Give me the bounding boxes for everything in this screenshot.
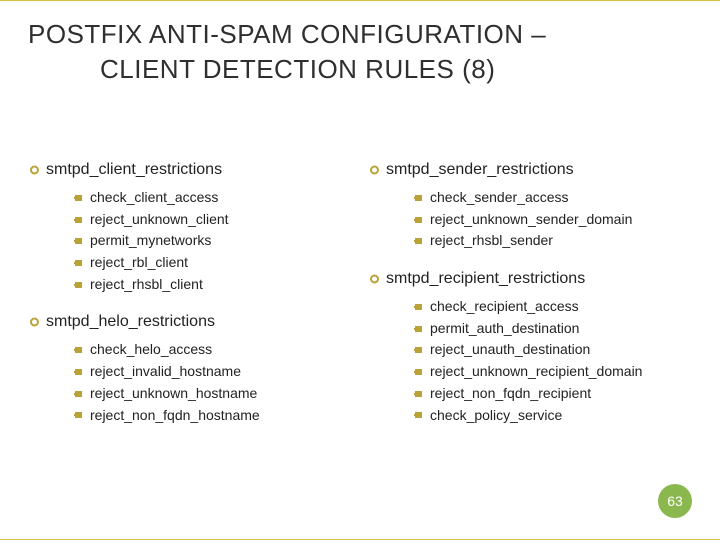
list-item: reject_rhsbl_sender xyxy=(412,230,690,252)
item-list: check_client_access reject_unknown_clien… xyxy=(30,187,350,295)
slide: POSTFIX ANTI-SPAM CONFIGURATION – CLIENT… xyxy=(0,0,720,540)
section-heading-label: smtpd_sender_restrictions xyxy=(386,161,574,178)
title-line-1: POSTFIX ANTI-SPAM CONFIGURATION – xyxy=(28,19,546,49)
list-item: reject_non_fqdn_recipient xyxy=(412,383,690,405)
section-heading: smtpd_client_restrictions xyxy=(30,161,350,179)
page-number: 63 xyxy=(667,493,683,509)
item-list: check_recipient_access permit_auth_desti… xyxy=(370,296,690,426)
list-item: check_helo_access xyxy=(72,339,350,361)
list-item: check_sender_access xyxy=(412,187,690,209)
list-item: permit_auth_destination xyxy=(412,318,690,340)
left-column: smtpd_client_restrictions check_client_a… xyxy=(30,155,350,500)
section-heading-label: smtpd_recipient_restrictions xyxy=(386,270,585,287)
title-line-2: CLIENT DETECTION RULES (8) xyxy=(28,53,692,86)
list-item: permit_mynetworks xyxy=(72,230,350,252)
top-rule xyxy=(0,0,720,1)
list-item: reject_rhsbl_client xyxy=(72,274,350,296)
list-item: reject_unknown_client xyxy=(72,209,350,231)
list-item: reject_unauth_destination xyxy=(412,339,690,361)
list-item: check_client_access xyxy=(72,187,350,209)
slide-title: POSTFIX ANTI-SPAM CONFIGURATION – CLIENT… xyxy=(28,18,692,85)
section-heading: smtpd_sender_restrictions xyxy=(370,161,690,179)
right-column: smtpd_sender_restrictions check_sender_a… xyxy=(370,155,690,500)
item-list: check_sender_access reject_unknown_sende… xyxy=(370,187,690,252)
list-item: reject_unknown_hostname xyxy=(72,383,350,405)
content-columns: smtpd_client_restrictions check_client_a… xyxy=(30,155,690,500)
page-number-badge: 63 xyxy=(658,484,692,518)
item-list: check_helo_access reject_invalid_hostnam… xyxy=(30,339,350,426)
list-item: reject_invalid_hostname xyxy=(72,361,350,383)
section-heading-label: smtpd_client_restrictions xyxy=(46,161,222,178)
list-item: reject_unknown_sender_domain xyxy=(412,209,690,231)
section-heading-label: smtpd_helo_restrictions xyxy=(46,313,215,330)
list-item: reject_non_fqdn_hostname xyxy=(72,405,350,427)
section-heading: smtpd_helo_restrictions xyxy=(30,313,350,331)
list-item: check_recipient_access xyxy=(412,296,690,318)
title-block: POSTFIX ANTI-SPAM CONFIGURATION – CLIENT… xyxy=(28,18,692,85)
list-item: reject_unknown_recipient_domain xyxy=(412,361,690,383)
section-heading: smtpd_recipient_restrictions xyxy=(370,270,690,288)
list-item: check_policy_service xyxy=(412,405,690,427)
list-item: reject_rbl_client xyxy=(72,252,350,274)
